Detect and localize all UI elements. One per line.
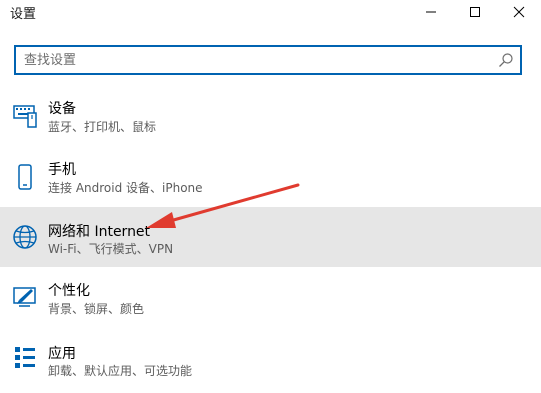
personalization-icon [10,282,40,312]
window-title: 设置 [10,7,37,22]
settings-item-apps[interactable]: 应用 卸载、默认应用、可选功能 [0,333,541,393]
search-input[interactable] [24,50,484,70]
close-icon [513,6,525,18]
settings-item-description: 连接 Android 设备、iPhone [48,181,203,195]
minimize-icon [426,11,436,13]
settings-item-label: 设备 [48,101,76,117]
settings-item-network[interactable]: 网络和 Internet Wi-Fi、飞行模式、VPN [0,207,541,267]
maximize-icon [470,7,480,17]
search-box[interactable] [14,45,522,75]
settings-item-description: 蓝牙、打印机、鼠标 [48,120,157,134]
settings-item-personalization[interactable]: 个性化 背景、锁屏、颜色 [0,270,541,330]
search-icon[interactable] [498,52,514,68]
settings-item-label: 个性化 [48,283,90,299]
settings-item-label: 应用 [48,346,76,362]
settings-item-label: 网络和 Internet [48,224,151,240]
settings-item-phone[interactable]: 手机 连接 Android 设备、iPhone [0,148,541,208]
phone-icon [10,162,40,192]
maximize-button[interactable] [455,0,495,24]
close-button[interactable] [499,0,539,24]
globe-icon [10,222,40,252]
settings-item-description: 背景、锁屏、颜色 [48,302,145,316]
settings-item-description: Wi-Fi、飞行模式、VPN [48,242,174,256]
apps-icon [10,343,40,373]
title-bar: 设置 [0,0,541,24]
minimize-button[interactable] [411,0,451,24]
settings-item-devices[interactable]: 设备 蓝牙、打印机、鼠标 [0,88,541,148]
devices-icon [10,100,40,130]
settings-item-label: 手机 [48,162,76,178]
